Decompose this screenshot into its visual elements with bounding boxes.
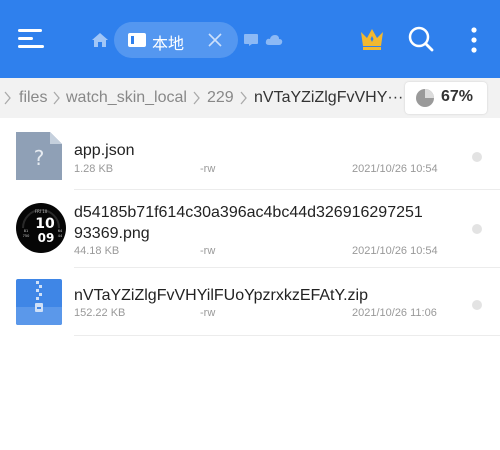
- watch-face-thumbnail: FRI 10 10 09 81 750 64 44: [16, 203, 66, 253]
- file-name-line1: d54185b71f614c30a396ac4bc44d326916297251: [74, 204, 423, 221]
- file-size: 152.22 KB: [74, 307, 126, 319]
- chevron-right-icon: [4, 90, 12, 106]
- select-checkbox[interactable]: [472, 300, 482, 310]
- menu-icon[interactable]: [18, 26, 48, 52]
- close-icon[interactable]: [207, 32, 223, 48]
- breadcrumb-item-files[interactable]: files: [19, 89, 47, 107]
- select-checkbox[interactable]: [472, 152, 482, 162]
- list-item[interactable]: nVTaYZiZlgFvVHYilFUoYpzrxkzEFAtY.zip 152…: [0, 268, 500, 336]
- file-name: app.json: [74, 142, 135, 159]
- select-checkbox[interactable]: [472, 224, 482, 234]
- file-permissions: -rw: [200, 307, 216, 319]
- storage-usage-badge[interactable]: 67%: [405, 82, 487, 114]
- storage-percent: 67%: [441, 88, 474, 105]
- drive-icon: [127, 32, 147, 48]
- tab-local-label: 本地: [152, 34, 185, 53]
- breadcrumb-item-229[interactable]: 229: [207, 89, 234, 107]
- storage-pie-icon: [415, 88, 435, 108]
- breadcrumb-item-watch-skin-local[interactable]: watch_skin_local: [66, 89, 187, 107]
- divider: [74, 335, 500, 336]
- file-size: 44.18 KB: [74, 245, 120, 257]
- breadcrumb-item-current[interactable]: nVTaYZiZlgFvVHY···: [254, 89, 403, 107]
- watch-hour: 10: [35, 216, 55, 232]
- home-icon[interactable]: [90, 30, 110, 50]
- file-permissions: -rw: [200, 163, 216, 175]
- chevron-right-icon: [53, 90, 61, 106]
- crown-icon[interactable]: [358, 26, 386, 52]
- more-vertical-icon[interactable]: [468, 26, 480, 54]
- chevron-right-icon: [240, 90, 248, 106]
- search-icon[interactable]: [407, 25, 435, 53]
- watch-stat: 81: [24, 229, 28, 233]
- list-item[interactable]: FRI 10 10 09 81 750 64 44 d54185b71f614c…: [0, 190, 500, 268]
- watch-date: FRI 10: [35, 209, 48, 214]
- chevron-right-icon: [193, 90, 201, 106]
- file-permissions: -rw: [200, 245, 216, 257]
- cloud-tab-icon[interactable]: [265, 32, 283, 46]
- file-date: 2021/10/26 10:54: [352, 245, 438, 257]
- watch-stat: 750: [23, 234, 30, 238]
- watch-stat: 44: [58, 234, 63, 238]
- watch-minute: 09: [38, 231, 55, 245]
- file-date: 2021/10/26 10:54: [352, 163, 438, 175]
- tab-local[interactable]: 本地: [114, 22, 238, 58]
- file-name-line2: 93369.png: [74, 225, 150, 242]
- svg-text:?: ?: [34, 146, 45, 170]
- image-tab-icon[interactable]: [243, 32, 259, 46]
- file-date: 2021/10/26 11:06: [352, 307, 437, 319]
- list-item[interactable]: ? app.json 1.28 KB -rw 2021/10/26 10:54: [0, 120, 500, 190]
- watch-stat: 64: [58, 229, 63, 233]
- unknown-file-icon: ?: [16, 132, 64, 180]
- zip-file-icon: [16, 279, 64, 327]
- file-size: 1.28 KB: [74, 163, 114, 175]
- top-app-bar: 本地: [0, 0, 500, 78]
- file-name: nVTaYZiZlgFvVHYilFUoYpzrxkzEFAtY.zip: [74, 287, 369, 304]
